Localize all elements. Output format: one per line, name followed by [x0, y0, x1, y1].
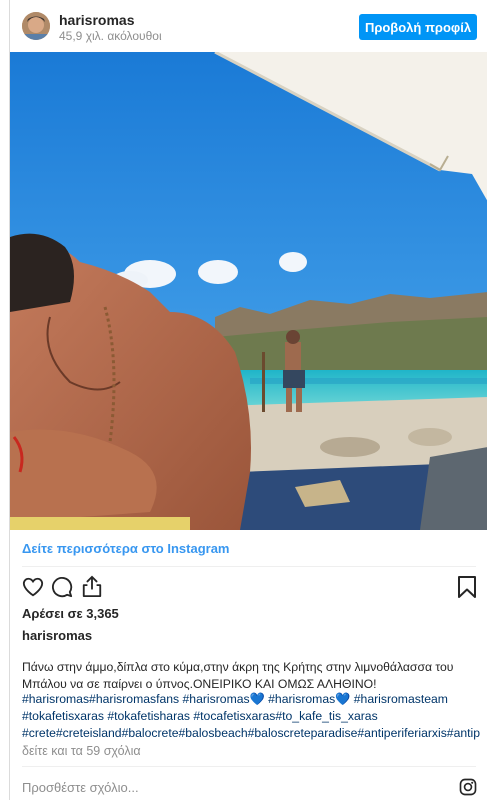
hashtag-line[interactable]: #harisromas#harisromasfans #harisromas💙 … — [22, 691, 487, 708]
caption-line: Πάνω στην άμμο,δίπλα στο κύμα,στην άκρη … — [22, 660, 454, 674]
username[interactable]: harisromas — [59, 12, 134, 28]
hashtag-line[interactable]: #crete#creteisland#balocrete#balosbeach#… — [22, 725, 487, 742]
add-comment-input[interactable]: Προσθέστε σχόλιο... — [22, 780, 139, 795]
comment-icon[interactable] — [51, 576, 73, 603]
instagram-icon[interactable] — [459, 778, 477, 796]
view-profile-button[interactable]: Προβολή προφίλ — [359, 14, 477, 40]
avatar[interactable] — [22, 12, 50, 40]
divider — [22, 766, 476, 767]
beach-photo-image — [10, 52, 487, 530]
share-icon[interactable] — [81, 575, 103, 603]
hashtag-line[interactable]: #tokafetisxaras #tokafetisharas #tocafet… — [22, 708, 487, 725]
heart-icon[interactable] — [22, 576, 44, 603]
follower-count: 45,9 χιλ. ακόλουθοι — [59, 29, 162, 43]
like-count: Αρέσει σε 3,365 — [22, 606, 119, 621]
caption-username[interactable]: harisromas — [22, 628, 92, 643]
hashtags[interactable]: #harisromas#harisromasfans #harisromas💙 … — [22, 691, 487, 742]
post-caption: Πάνω στην άμμο,δίπλα στο κύμα,στην άκρη … — [22, 659, 484, 693]
view-all-comments-link[interactable]: δείτε και τα 59 σχόλια — [22, 744, 141, 758]
post-photo[interactable] — [10, 52, 487, 530]
instagram-embed-card: harisromas 45,9 χιλ. ακόλουθοι Προβολή π… — [9, 0, 487, 800]
bookmark-icon[interactable] — [458, 576, 476, 603]
post-header: harisromas 45,9 χιλ. ακόλουθοι Προβολή π… — [10, 0, 487, 52]
view-more-on-instagram-link[interactable]: Δείτε περισσότερα στο Instagram — [22, 541, 230, 556]
divider — [22, 566, 476, 567]
